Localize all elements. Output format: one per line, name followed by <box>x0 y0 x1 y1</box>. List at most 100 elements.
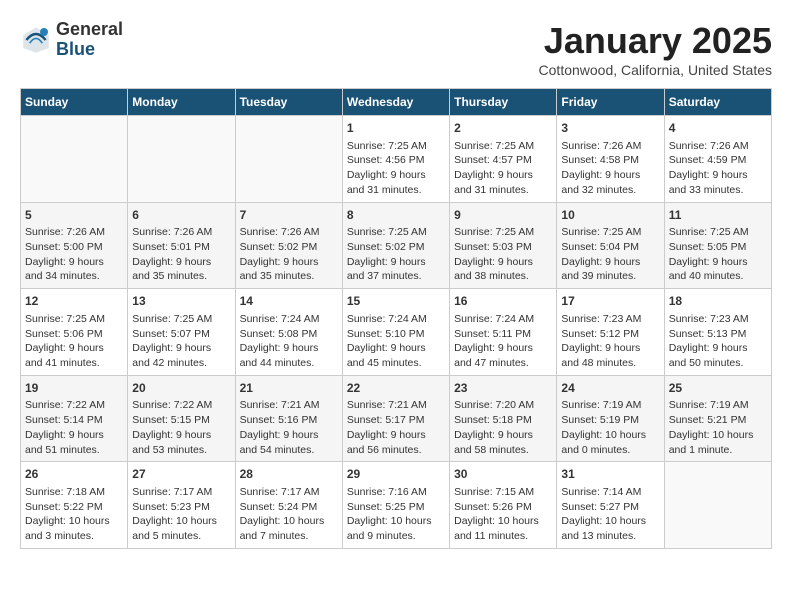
cell-text: Sunrise: 7:22 AM <box>132 398 230 413</box>
cell-text: and 37 minutes. <box>347 269 445 284</box>
cell-text: Sunrise: 7:25 AM <box>561 225 659 240</box>
week-row-2: 5Sunrise: 7:26 AMSunset: 5:00 PMDaylight… <box>21 202 772 289</box>
cell-text: Sunrise: 7:24 AM <box>347 312 445 327</box>
day-number: 18 <box>669 293 767 310</box>
header-day-friday: Friday <box>557 89 664 116</box>
calendar-cell: 27Sunrise: 7:17 AMSunset: 5:23 PMDayligh… <box>128 462 235 549</box>
cell-text: and 38 minutes. <box>454 269 552 284</box>
calendar-cell: 31Sunrise: 7:14 AMSunset: 5:27 PMDayligh… <box>557 462 664 549</box>
header-day-sunday: Sunday <box>21 89 128 116</box>
calendar-cell: 15Sunrise: 7:24 AMSunset: 5:10 PMDayligh… <box>342 289 449 376</box>
cell-text: and 31 minutes. <box>347 183 445 198</box>
cell-text: Sunset: 5:05 PM <box>669 240 767 255</box>
cell-text: Daylight: 9 hours <box>454 341 552 356</box>
cell-text: and 31 minutes. <box>454 183 552 198</box>
day-number: 10 <box>561 207 659 224</box>
day-number: 27 <box>132 466 230 483</box>
cell-text: Daylight: 9 hours <box>240 341 338 356</box>
cell-text: Sunset: 5:12 PM <box>561 327 659 342</box>
cell-text: Sunrise: 7:25 AM <box>454 139 552 154</box>
cell-text: and 53 minutes. <box>132 443 230 458</box>
cell-text: Sunset: 5:00 PM <box>25 240 123 255</box>
cell-text: Sunrise: 7:23 AM <box>561 312 659 327</box>
day-number: 15 <box>347 293 445 310</box>
day-number: 25 <box>669 380 767 397</box>
calendar-cell: 2Sunrise: 7:25 AMSunset: 4:57 PMDaylight… <box>450 116 557 203</box>
cell-text: Sunset: 5:11 PM <box>454 327 552 342</box>
calendar-cell: 26Sunrise: 7:18 AMSunset: 5:22 PMDayligh… <box>21 462 128 549</box>
cell-text: and 56 minutes. <box>347 443 445 458</box>
cell-text: Daylight: 10 hours <box>25 514 123 529</box>
cell-text: Daylight: 9 hours <box>669 168 767 183</box>
calendar-cell: 8Sunrise: 7:25 AMSunset: 5:02 PMDaylight… <box>342 202 449 289</box>
calendar-body: 1Sunrise: 7:25 AMSunset: 4:56 PMDaylight… <box>21 116 772 549</box>
cell-text: Sunset: 5:02 PM <box>347 240 445 255</box>
cell-text: Daylight: 9 hours <box>454 428 552 443</box>
day-number: 20 <box>132 380 230 397</box>
day-number: 23 <box>454 380 552 397</box>
calendar-cell: 4Sunrise: 7:26 AMSunset: 4:59 PMDaylight… <box>664 116 771 203</box>
cell-text: Sunset: 5:07 PM <box>132 327 230 342</box>
cell-text: and 42 minutes. <box>132 356 230 371</box>
cell-text: Daylight: 10 hours <box>347 514 445 529</box>
cell-text: Daylight: 9 hours <box>347 341 445 356</box>
cell-text: Daylight: 9 hours <box>347 255 445 270</box>
calendar-cell: 1Sunrise: 7:25 AMSunset: 4:56 PMDaylight… <box>342 116 449 203</box>
day-number: 24 <box>561 380 659 397</box>
cell-text: Daylight: 9 hours <box>669 255 767 270</box>
header-day-tuesday: Tuesday <box>235 89 342 116</box>
cell-text: Sunrise: 7:22 AM <box>25 398 123 413</box>
cell-text: Sunrise: 7:25 AM <box>347 139 445 154</box>
cell-text: Sunset: 4:56 PM <box>347 153 445 168</box>
cell-text: and 39 minutes. <box>561 269 659 284</box>
cell-text: Daylight: 9 hours <box>25 428 123 443</box>
calendar-cell: 7Sunrise: 7:26 AMSunset: 5:02 PMDaylight… <box>235 202 342 289</box>
day-number: 28 <box>240 466 338 483</box>
cell-text: and 35 minutes. <box>132 269 230 284</box>
calendar-cell <box>128 116 235 203</box>
calendar-cell: 29Sunrise: 7:16 AMSunset: 5:25 PMDayligh… <box>342 462 449 549</box>
calendar-cell: 23Sunrise: 7:20 AMSunset: 5:18 PMDayligh… <box>450 375 557 462</box>
day-number: 19 <box>25 380 123 397</box>
cell-text: Sunrise: 7:23 AM <box>669 312 767 327</box>
cell-text: Sunset: 5:04 PM <box>561 240 659 255</box>
cell-text: Sunset: 4:57 PM <box>454 153 552 168</box>
cell-text: and 34 minutes. <box>25 269 123 284</box>
cell-text: Daylight: 9 hours <box>669 341 767 356</box>
cell-text: Sunrise: 7:26 AM <box>25 225 123 240</box>
cell-text: Sunset: 5:24 PM <box>240 500 338 515</box>
day-number: 21 <box>240 380 338 397</box>
cell-text: Sunset: 5:21 PM <box>669 413 767 428</box>
cell-text: Sunset: 4:59 PM <box>669 153 767 168</box>
day-number: 30 <box>454 466 552 483</box>
title-area: January 2025 Cottonwood, California, Uni… <box>539 20 772 78</box>
cell-text: Sunrise: 7:25 AM <box>347 225 445 240</box>
cell-text: Sunrise: 7:15 AM <box>454 485 552 500</box>
cell-text: Sunrise: 7:21 AM <box>347 398 445 413</box>
header-day-wednesday: Wednesday <box>342 89 449 116</box>
calendar-table: SundayMondayTuesdayWednesdayThursdayFrid… <box>20 88 772 549</box>
calendar-header: SundayMondayTuesdayWednesdayThursdayFrid… <box>21 89 772 116</box>
calendar-cell: 22Sunrise: 7:21 AMSunset: 5:17 PMDayligh… <box>342 375 449 462</box>
cell-text: Daylight: 9 hours <box>240 255 338 270</box>
cell-text: and 54 minutes. <box>240 443 338 458</box>
day-number: 26 <box>25 466 123 483</box>
cell-text: Daylight: 9 hours <box>561 255 659 270</box>
cell-text: Sunrise: 7:26 AM <box>669 139 767 154</box>
cell-text: Sunrise: 7:24 AM <box>454 312 552 327</box>
calendar-cell: 18Sunrise: 7:23 AMSunset: 5:13 PMDayligh… <box>664 289 771 376</box>
day-number: 17 <box>561 293 659 310</box>
calendar-subtitle: Cottonwood, California, United States <box>539 62 772 78</box>
calendar-cell <box>21 116 128 203</box>
cell-text: Sunset: 5:23 PM <box>132 500 230 515</box>
header-day-monday: Monday <box>128 89 235 116</box>
cell-text: Sunset: 5:27 PM <box>561 500 659 515</box>
calendar-cell: 6Sunrise: 7:26 AMSunset: 5:01 PMDaylight… <box>128 202 235 289</box>
day-number: 11 <box>669 207 767 224</box>
calendar-cell: 12Sunrise: 7:25 AMSunset: 5:06 PMDayligh… <box>21 289 128 376</box>
cell-text: Daylight: 10 hours <box>669 428 767 443</box>
day-number: 8 <box>347 207 445 224</box>
cell-text: Sunrise: 7:26 AM <box>132 225 230 240</box>
cell-text: Sunrise: 7:25 AM <box>669 225 767 240</box>
calendar-cell: 16Sunrise: 7:24 AMSunset: 5:11 PMDayligh… <box>450 289 557 376</box>
